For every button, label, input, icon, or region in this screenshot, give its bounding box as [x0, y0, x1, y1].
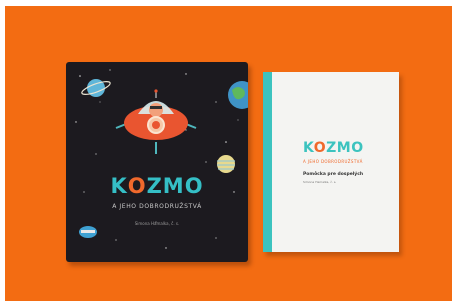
planet-blue-icon: [81, 79, 111, 97]
photo-frame: KOZMO A JEHO DOBRODRUŽSTVÁ Simona Hamalk…: [5, 6, 452, 301]
book-subtitle: A JEHO DOBRODRUŽSTVÁ: [112, 203, 202, 210]
booklet-spine: [263, 72, 272, 252]
booklet-author: Simona Hamalka, č. s.: [303, 180, 337, 184]
booklet-title: KOZMO: [303, 140, 364, 156]
title-o-letter: O: [127, 174, 147, 198]
booklet-heading: Pomôcka pre dospelých: [303, 172, 364, 177]
cover-illustration: [75, 69, 248, 249]
spaceship-icon: [115, 89, 197, 154]
book-author: Simona Hamalka, č. s.: [134, 221, 180, 226]
booklet-subtitle: A JEHO DOBRODRUŽSTVÁ: [303, 159, 363, 164]
kozmo-booklet: KOZMO A JEHO DOBRODRUŽSTVÁ Pomôcka pre d…: [263, 72, 399, 252]
book-title: KOZMO: [110, 174, 204, 198]
planet-earth-icon: [228, 81, 248, 109]
badge-icon: [79, 226, 97, 238]
planet-yellow-icon: [217, 155, 235, 173]
kozmo-book-cover: KOZMO A JEHO DOBRODRUŽSTVÁ Simona Hamalk…: [66, 62, 248, 262]
booklet-title-o-letter: O: [313, 140, 327, 156]
